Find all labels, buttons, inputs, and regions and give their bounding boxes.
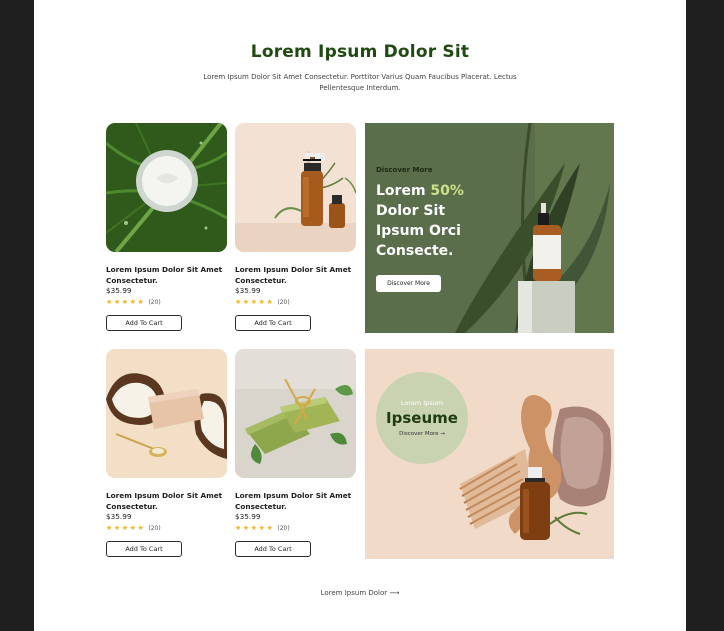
- product-name[interactable]: Lorem Ipsum Dolor Sit Amet Consectetur.: [106, 490, 227, 512]
- star-icon: ★: [266, 524, 273, 532]
- review-count: (20): [277, 298, 290, 306]
- view-all-link[interactable]: Lorem Ipsum Dolor ⟶: [34, 589, 686, 597]
- star-icon: ★: [129, 524, 136, 532]
- promo-eyebrow: Discover More: [376, 166, 433, 174]
- star-icon: ★: [106, 298, 113, 306]
- star-icon: ★: [242, 524, 250, 532]
- product-card: Lorem Ipsum Dolor Sit Amet Consectetur. …: [235, 123, 356, 331]
- add-to-cart-button[interactable]: Add To Cart: [235, 315, 311, 331]
- product-name[interactable]: Lorem Ipsum Dolor Sit Amet Consectetur.: [235, 490, 356, 512]
- star-icon: ★: [106, 524, 113, 532]
- discover-more-button[interactable]: Discover More: [376, 275, 441, 292]
- star-icon: ★: [121, 524, 129, 532]
- promo-badge-title: Ipseume: [386, 409, 458, 427]
- product-image-cream-jar[interactable]: [106, 123, 227, 252]
- section-subtitle: Lorem Ipsum Dolor Sit Amet Consectetur. …: [203, 73, 517, 92]
- rating: ★ ★ ★ ★ ★ (20): [106, 524, 161, 532]
- star-icon: ★: [113, 524, 121, 532]
- promo-banner-discount[interactable]: Discover More Lorem 50% Dolor Sit Ipsum …: [365, 123, 614, 333]
- rating: ★ ★ ★ ★ ★ (20): [235, 298, 290, 306]
- star-icon: ★: [113, 298, 121, 306]
- product-image-serum-bottles[interactable]: [235, 123, 356, 252]
- discover-more-link[interactable]: Discover More →: [376, 431, 468, 437]
- promo-headline: Lorem 50% Dolor Sit Ipsum Orci Consecte.: [376, 183, 464, 259]
- product-price: $35.99: [106, 286, 132, 295]
- product-name[interactable]: Lorem Ipsum Dolor Sit Amet Consectetur.: [235, 264, 356, 286]
- add-to-cart-button[interactable]: Add To Cart: [106, 315, 182, 331]
- star-icon: ★: [258, 298, 265, 306]
- review-count: (20): [148, 298, 161, 306]
- star-icon: ★: [242, 298, 250, 306]
- product-image-herbal-soap[interactable]: [235, 349, 356, 478]
- star-icon: ★: [258, 524, 265, 532]
- star-icon: ★: [235, 298, 242, 306]
- page: Lorem Ipsum Dolor Sit Lorem Ipsum Dolor …: [34, 0, 686, 631]
- star-icon: ★: [235, 524, 242, 532]
- rating: ★ ★ ★ ★ ★ (20): [106, 298, 161, 306]
- promo-banner-comb[interactable]: Lorem Ipsum Ipseume Discover More →: [365, 349, 614, 559]
- review-count: (20): [277, 524, 290, 532]
- product-price: $35.99: [235, 512, 261, 521]
- star-icon: ★: [129, 298, 136, 306]
- add-to-cart-button[interactable]: Add To Cart: [235, 541, 311, 557]
- product-card: Lorem Ipsum Dolor Sit Amet Consectetur. …: [106, 349, 227, 557]
- star-icon: ★: [137, 298, 144, 306]
- star-icon: ★: [250, 298, 258, 306]
- section-title: Lorem Ipsum Dolor Sit: [250, 42, 470, 62]
- promo-badge: Lorem Ipsum Ipseume Discover More →: [376, 372, 468, 464]
- product-name[interactable]: Lorem Ipsum Dolor Sit Amet Consectetur.: [106, 264, 227, 286]
- star-icon: ★: [250, 524, 258, 532]
- product-price: $35.99: [235, 286, 261, 295]
- discount-highlight: 50%: [430, 183, 464, 199]
- review-count: (20): [148, 524, 161, 532]
- promo-badge-eyebrow: Lorem Ipsum: [400, 399, 444, 407]
- product-card: Lorem Ipsum Dolor Sit Amet Consectetur. …: [106, 123, 227, 331]
- star-icon: ★: [137, 524, 144, 532]
- product-image-coconut-soap[interactable]: [106, 349, 227, 478]
- rating: ★ ★ ★ ★ ★ (20): [235, 524, 290, 532]
- product-card: Lorem Ipsum Dolor Sit Amet Consectetur. …: [235, 349, 356, 557]
- star-icon: ★: [121, 298, 129, 306]
- product-price: $35.99: [106, 512, 132, 521]
- add-to-cart-button[interactable]: Add To Cart: [106, 541, 182, 557]
- star-icon: ★: [266, 298, 273, 306]
